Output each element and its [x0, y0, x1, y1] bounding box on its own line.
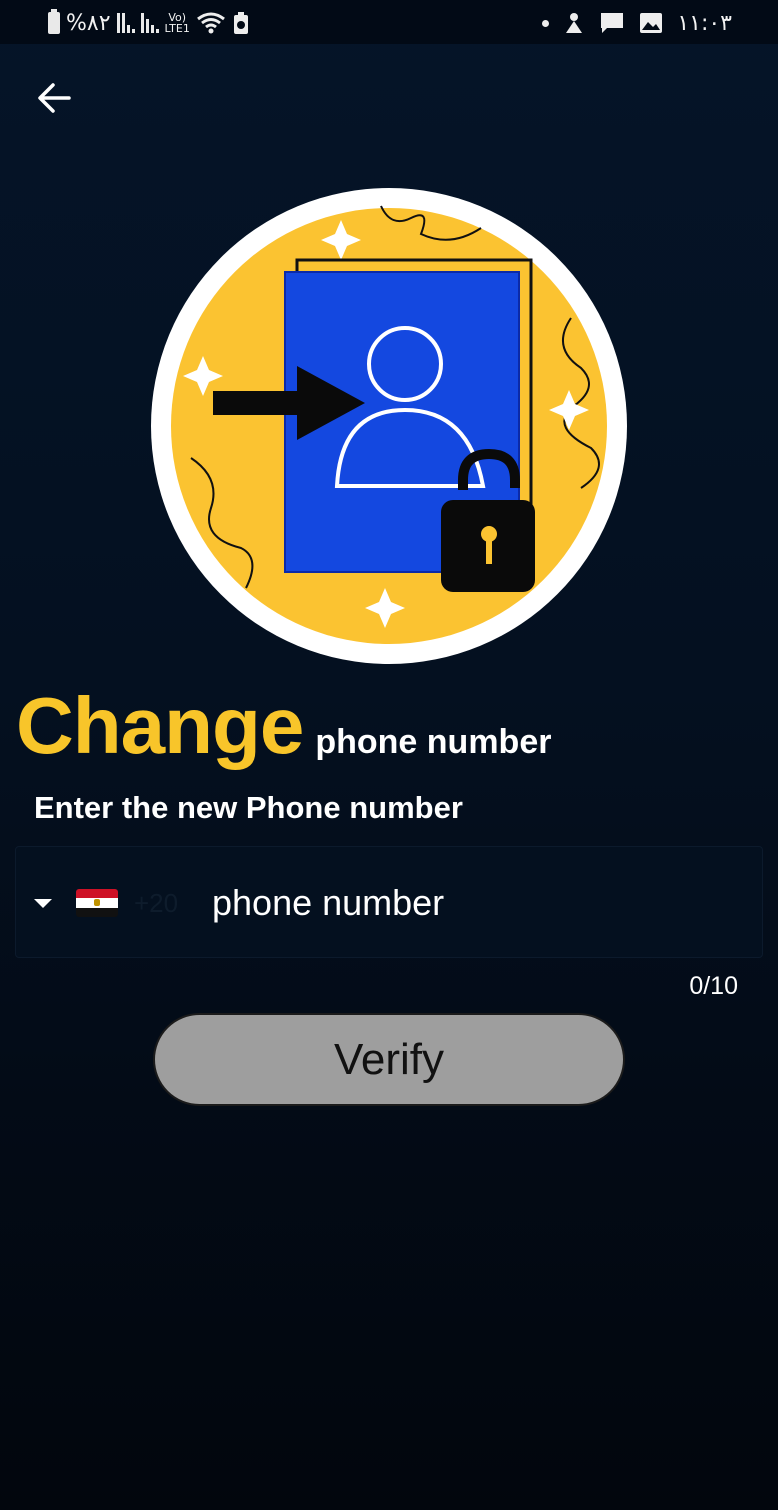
battery-icon: [48, 9, 60, 34]
status-bar-right: ١١:٠٣: [542, 8, 732, 38]
dial-code: +20: [134, 887, 179, 918]
status-bar: %٨٢ Vo) LTE1 ١١:٠٣: [0, 0, 778, 44]
lte-label: LTE1: [164, 22, 190, 35]
message-icon: [601, 13, 624, 33]
caret-down-icon: [34, 898, 52, 908]
title-main: Change: [16, 681, 304, 770]
arrow-left-icon: [38, 83, 71, 113]
egypt-flag-icon: [76, 889, 118, 917]
app-notification-icon: [566, 13, 583, 33]
back-button[interactable]: [32, 78, 76, 118]
phone-field: +20: [15, 846, 763, 958]
status-bar-left: %٨٢ Vo) LTE1: [48, 8, 250, 38]
notification-dot-icon: [542, 19, 550, 27]
profile-lock-illustration: [151, 188, 627, 664]
page-title: Change phone number: [16, 680, 551, 772]
network-type-indicator: Vo) LTE1: [165, 12, 190, 34]
character-counter: 0/10: [689, 972, 738, 1000]
wifi-icon: [196, 12, 225, 34]
battery-saver-icon: [233, 12, 248, 34]
phone-number-input[interactable]: [212, 875, 732, 931]
clock: ١١:٠٣: [677, 10, 732, 36]
verify-button[interactable]: Verify: [153, 1013, 625, 1106]
battery-percent: %٨٢: [66, 10, 111, 36]
instruction-text: Enter the new Phone number: [34, 790, 463, 825]
signal-strength-icon: [116, 13, 135, 33]
gallery-icon: [640, 13, 663, 33]
country-code-picker[interactable]: +20: [34, 883, 178, 923]
signal-strength-icon: [140, 13, 159, 33]
title-sub: phone number: [315, 723, 552, 761]
